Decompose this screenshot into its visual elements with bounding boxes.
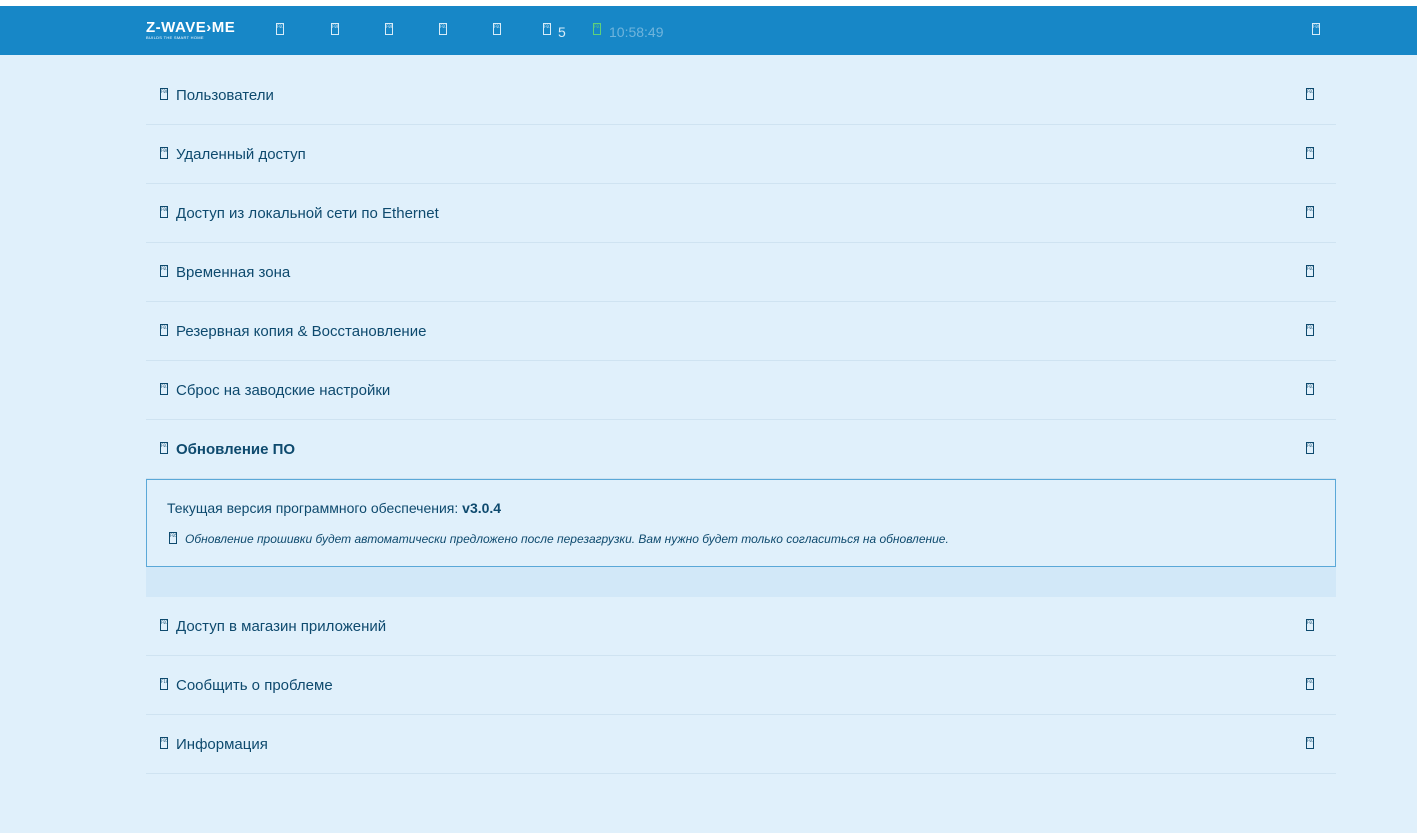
menu-item-firmware-update[interactable]: F01E Обновление ПО F077 (146, 420, 1336, 479)
chevron-down-icon: F078 (1306, 265, 1314, 277)
version-label: Текущая версия программного обеспечения: (167, 500, 459, 516)
download-icon: F019 (160, 324, 168, 336)
settings-menu: F0C0 Пользователи F078 F0AC Удаленный до… (146, 66, 1336, 774)
menu-item-label: Доступ из локальной сети по Ethernet (176, 205, 439, 222)
navbar: Z-WAVE›ME BUILDS THE SMART HOME F015 F0F… (0, 6, 1417, 55)
menu-item-label: Удаленный доступ (176, 146, 306, 163)
clock-icon: F017 (593, 23, 601, 35)
chevron-down-icon: F078 (1306, 619, 1314, 631)
clock-time: 10:58:49 (609, 24, 664, 40)
rooms-icon[interactable]: F0F0 (385, 23, 393, 35)
clock-icon: F017 (160, 265, 168, 277)
home-icon[interactable]: F015 (276, 23, 284, 35)
settings-icon[interactable]: F013 (493, 23, 501, 35)
menu-icon[interactable]: F0C9 (1312, 23, 1320, 35)
version-value: v3.0.4 (462, 500, 502, 516)
firmware-version: Текущая версия программного обеспечения:… (167, 500, 501, 516)
menu-item-label: Сброс на заводские настройки (176, 382, 391, 399)
info-icon: F05A (160, 737, 168, 749)
info-icon: F05A (169, 532, 177, 544)
menu-item-label: Информация (176, 736, 268, 753)
logo[interactable]: Z-WAVE›ME BUILDS THE SMART HOME (146, 19, 236, 41)
chevron-down-icon: F078 (1306, 678, 1314, 690)
menu-item-label: Обновление ПО (176, 441, 296, 458)
menu-item-report-problem[interactable]: F188 Сообщить о проблеме F078 (146, 656, 1336, 715)
bug-icon: F188 (160, 678, 168, 690)
chevron-down-icon: F078 (1306, 383, 1314, 395)
panel-footer (146, 567, 1336, 597)
chevron-up-icon: F077 (1306, 442, 1314, 454)
menu-item-timezone[interactable]: F017 Временная зона F078 (146, 243, 1336, 302)
reset-icon: F01E (160, 383, 168, 395)
menu-item-information[interactable]: F05A Информация F078 (146, 715, 1336, 774)
cart-icon: F07A (160, 619, 168, 631)
update-note: Обновление прошивки будет автоматически … (185, 532, 949, 546)
menu-item-users[interactable]: F0C0 Пользователи F078 (146, 66, 1336, 125)
refresh-icon: F01E (160, 442, 168, 454)
chevron-down-icon: F078 (1306, 88, 1314, 100)
logo-text: Z-WAVE›ME (146, 19, 236, 36)
menu-item-label: Доступ в магазин приложений (176, 618, 387, 635)
events-icon[interactable]: F013 (439, 23, 447, 35)
menu-item-label: Пользователи (176, 87, 274, 104)
notification-count[interactable]: 5 (558, 24, 566, 40)
menu-item-label: Временная зона (176, 264, 291, 281)
notification-icon[interactable]: F015 (543, 23, 551, 35)
chevron-down-icon: F078 (1306, 206, 1314, 218)
globe-icon: F0AC (160, 147, 168, 159)
users-icon: F0C0 (160, 88, 168, 100)
menu-item-backup-restore[interactable]: F019 Резервная копия & Восстановление F0… (146, 302, 1336, 361)
chevron-down-icon: F078 (1306, 324, 1314, 336)
elements-icon[interactable]: F0F1 (331, 23, 339, 35)
menu-item-label: Сообщить о проблеме (176, 677, 333, 694)
firmware-update-panel: Текущая версия программного обеспечения:… (146, 479, 1336, 567)
chevron-down-icon: F078 (1306, 737, 1314, 749)
menu-item-label: Резервная копия & Восстановление (176, 323, 427, 340)
network-icon: F0E8 (160, 206, 168, 218)
menu-item-factory-reset[interactable]: F01E Сброс на заводские настройки F078 (146, 361, 1336, 420)
chevron-down-icon: F078 (1306, 147, 1314, 159)
menu-item-local-network[interactable]: F0E8 Доступ из локальной сети по Etherne… (146, 184, 1336, 243)
menu-item-app-store[interactable]: F07A Доступ в магазин приложений F078 (146, 597, 1336, 656)
menu-item-remote-access[interactable]: F0AC Удаленный доступ F078 (146, 125, 1336, 184)
